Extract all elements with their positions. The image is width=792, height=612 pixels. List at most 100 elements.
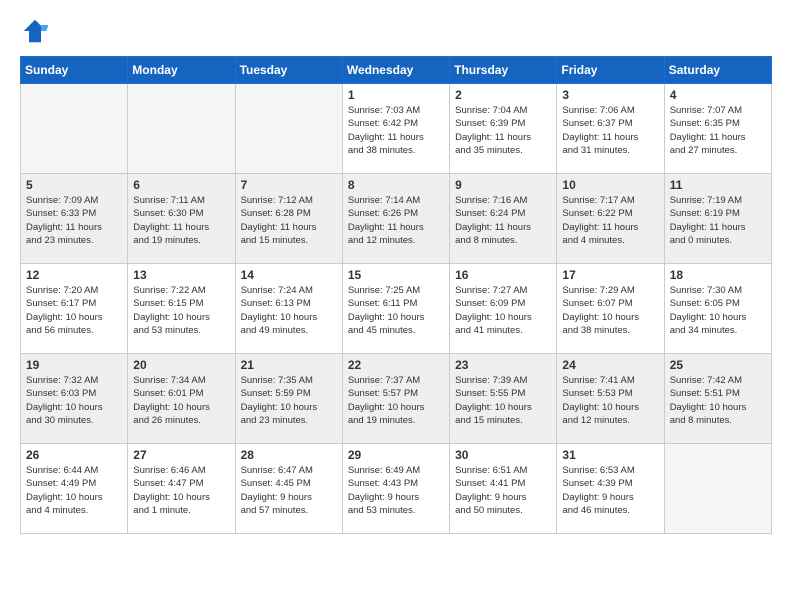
day-cell-17: 17 Sunrise: 7:29 AM Sunset: 6:07 PM Dayli… [557, 264, 664, 354]
day-cell-13: 13 Sunrise: 7:22 AM Sunset: 6:15 PM Dayli… [128, 264, 235, 354]
day-info: Sunrise: 6:47 AM Sunset: 4:45 PM Dayligh… [241, 464, 337, 517]
day-number: 17 [562, 268, 658, 282]
header [20, 16, 772, 46]
day-number: 7 [241, 178, 337, 192]
day-number: 10 [562, 178, 658, 192]
week-row-5: 26Sunrise: 6:44 AM Sunset: 4:49 PM Dayli… [21, 444, 772, 534]
day-info: Sunrise: 7:17 AM Sunset: 6:22 PM Dayligh… [562, 194, 658, 247]
day-cell-9: 9 Sunrise: 7:16 AM Sunset: 6:24 PM Daylig… [450, 174, 557, 264]
logo-icon [20, 16, 50, 46]
empty-cell [128, 84, 235, 174]
day-info: Sunrise: 7:11 AM Sunset: 6:30 PM Dayligh… [133, 194, 229, 247]
day-number: 24 [562, 358, 658, 372]
day-cell-30: 30Sunrise: 6:51 AM Sunset: 4:41 PM Dayli… [450, 444, 557, 534]
day-info: Sunrise: 7:39 AM Sunset: 5:55 PM Dayligh… [455, 374, 551, 427]
day-number: 13 [133, 268, 229, 282]
day-info: Sunrise: 7:09 AM Sunset: 6:33 PM Dayligh… [26, 194, 122, 247]
day-info: Sunrise: 6:51 AM Sunset: 4:41 PM Dayligh… [455, 464, 551, 517]
day-number: 16 [455, 268, 551, 282]
day-info: Sunrise: 7:12 AM Sunset: 6:28 PM Dayligh… [241, 194, 337, 247]
day-cell-22: 22 Sunrise: 7:37 AM Sunset: 5:57 PM Dayli… [342, 354, 449, 444]
day-cell-14: 14Sunrise: 7:24 AM Sunset: 6:13 PM Dayli… [235, 264, 342, 354]
day-info: Sunrise: 7:24 AM Sunset: 6:13 PM Dayligh… [241, 284, 337, 337]
day-cell-11: 11 Sunrise: 7:19 AM Sunset: 6:19 PM Dayli… [664, 174, 771, 264]
logo [20, 16, 54, 46]
day-cell-15: 15 Sunrise: 7:25 AM Sunset: 6:11 PM Dayli… [342, 264, 449, 354]
day-number: 23 [455, 358, 551, 372]
day-number: 28 [241, 448, 337, 462]
empty-cell [21, 84, 128, 174]
weekday-header-monday: Monday [128, 57, 235, 84]
day-info: Sunrise: 7:14 AM Sunset: 6:26 PM Dayligh… [348, 194, 444, 247]
day-info: Sunrise: 7:20 AM Sunset: 6:17 PM Dayligh… [26, 284, 122, 337]
day-cell-24: 24 Sunrise: 7:41 AM Sunset: 5:53 PM Dayli… [557, 354, 664, 444]
day-cell-26: 26Sunrise: 6:44 AM Sunset: 4:49 PM Dayli… [21, 444, 128, 534]
day-cell-10: 10 Sunrise: 7:17 AM Sunset: 6:22 PM Dayli… [557, 174, 664, 264]
day-info: Sunrise: 7:22 AM Sunset: 6:15 PM Dayligh… [133, 284, 229, 337]
day-number: 26 [26, 448, 122, 462]
day-cell-27: 27 Sunrise: 6:46 AM Sunset: 4:47 PM Dayli… [128, 444, 235, 534]
weekday-header-wednesday: Wednesday [342, 57, 449, 84]
day-number: 5 [26, 178, 122, 192]
day-number: 9 [455, 178, 551, 192]
day-number: 15 [348, 268, 444, 282]
day-info: Sunrise: 7:29 AM Sunset: 6:07 PM Dayligh… [562, 284, 658, 337]
day-cell-5: 5 Sunrise: 7:09 AM Sunset: 6:33 PM Daylig… [21, 174, 128, 264]
day-cell-7: 7 Sunrise: 7:12 AM Sunset: 6:28 PM Daylig… [235, 174, 342, 264]
day-info: Sunrise: 6:53 AM Sunset: 4:39 PM Dayligh… [562, 464, 658, 517]
day-info: Sunrise: 7:30 AM Sunset: 6:05 PM Dayligh… [670, 284, 766, 337]
day-info: Sunrise: 7:34 AM Sunset: 6:01 PM Dayligh… [133, 374, 229, 427]
day-number: 3 [562, 88, 658, 102]
day-number: 4 [670, 88, 766, 102]
day-number: 2 [455, 88, 551, 102]
day-info: Sunrise: 7:25 AM Sunset: 6:11 PM Dayligh… [348, 284, 444, 337]
day-cell-8: 8 Sunrise: 7:14 AM Sunset: 6:26 PM Daylig… [342, 174, 449, 264]
day-cell-2: 2 Sunrise: 7:04 AM Sunset: 6:39 PM Daylig… [450, 84, 557, 174]
day-number: 27 [133, 448, 229, 462]
day-cell-12: 12 Sunrise: 7:20 AM Sunset: 6:17 PM Dayli… [21, 264, 128, 354]
day-info: Sunrise: 7:35 AM Sunset: 5:59 PM Dayligh… [241, 374, 337, 427]
weekday-header-saturday: Saturday [664, 57, 771, 84]
day-cell-16: 16 Sunrise: 7:27 AM Sunset: 6:09 PM Dayli… [450, 264, 557, 354]
day-cell-3: 3 Sunrise: 7:06 AM Sunset: 6:37 PM Daylig… [557, 84, 664, 174]
day-number: 6 [133, 178, 229, 192]
day-info: Sunrise: 7:42 AM Sunset: 5:51 PM Dayligh… [670, 374, 766, 427]
day-info: Sunrise: 7:06 AM Sunset: 6:37 PM Dayligh… [562, 104, 658, 157]
week-row-2: 5 Sunrise: 7:09 AM Sunset: 6:33 PM Daylig… [21, 174, 772, 264]
day-number: 12 [26, 268, 122, 282]
day-info: Sunrise: 7:03 AM Sunset: 6:42 PM Dayligh… [348, 104, 444, 157]
day-number: 29 [348, 448, 444, 462]
day-number: 25 [670, 358, 766, 372]
day-info: Sunrise: 7:16 AM Sunset: 6:24 PM Dayligh… [455, 194, 551, 247]
day-number: 11 [670, 178, 766, 192]
day-info: Sunrise: 7:41 AM Sunset: 5:53 PM Dayligh… [562, 374, 658, 427]
week-row-4: 19Sunrise: 7:32 AM Sunset: 6:03 PM Dayli… [21, 354, 772, 444]
weekday-header-friday: Friday [557, 57, 664, 84]
weekday-header-row: SundayMondayTuesdayWednesdayThursdayFrid… [21, 57, 772, 84]
day-info: Sunrise: 7:19 AM Sunset: 6:19 PM Dayligh… [670, 194, 766, 247]
weekday-header-thursday: Thursday [450, 57, 557, 84]
day-cell-6: 6 Sunrise: 7:11 AM Sunset: 6:30 PM Daylig… [128, 174, 235, 264]
day-number: 22 [348, 358, 444, 372]
day-number: 8 [348, 178, 444, 192]
day-cell-20: 20 Sunrise: 7:34 AM Sunset: 6:01 PM Dayli… [128, 354, 235, 444]
day-cell-25: 25 Sunrise: 7:42 AM Sunset: 5:51 PM Dayli… [664, 354, 771, 444]
day-cell-28: 28 Sunrise: 6:47 AM Sunset: 4:45 PM Dayli… [235, 444, 342, 534]
day-info: Sunrise: 7:32 AM Sunset: 6:03 PM Dayligh… [26, 374, 122, 427]
empty-cell [664, 444, 771, 534]
day-info: Sunrise: 7:04 AM Sunset: 6:39 PM Dayligh… [455, 104, 551, 157]
day-info: Sunrise: 7:07 AM Sunset: 6:35 PM Dayligh… [670, 104, 766, 157]
calendar: SundayMondayTuesdayWednesdayThursdayFrid… [20, 56, 772, 534]
day-cell-31: 31Sunrise: 6:53 AM Sunset: 4:39 PM Dayli… [557, 444, 664, 534]
day-info: Sunrise: 6:49 AM Sunset: 4:43 PM Dayligh… [348, 464, 444, 517]
day-number: 18 [670, 268, 766, 282]
weekday-header-sunday: Sunday [21, 57, 128, 84]
day-info: Sunrise: 7:27 AM Sunset: 6:09 PM Dayligh… [455, 284, 551, 337]
empty-cell [235, 84, 342, 174]
day-cell-23: 23 Sunrise: 7:39 AM Sunset: 5:55 PM Dayli… [450, 354, 557, 444]
page: SundayMondayTuesdayWednesdayThursdayFrid… [0, 0, 792, 554]
day-number: 20 [133, 358, 229, 372]
day-cell-4: 4 Sunrise: 7:07 AM Sunset: 6:35 PM Daylig… [664, 84, 771, 174]
day-info: Sunrise: 7:37 AM Sunset: 5:57 PM Dayligh… [348, 374, 444, 427]
day-info: Sunrise: 6:46 AM Sunset: 4:47 PM Dayligh… [133, 464, 229, 517]
